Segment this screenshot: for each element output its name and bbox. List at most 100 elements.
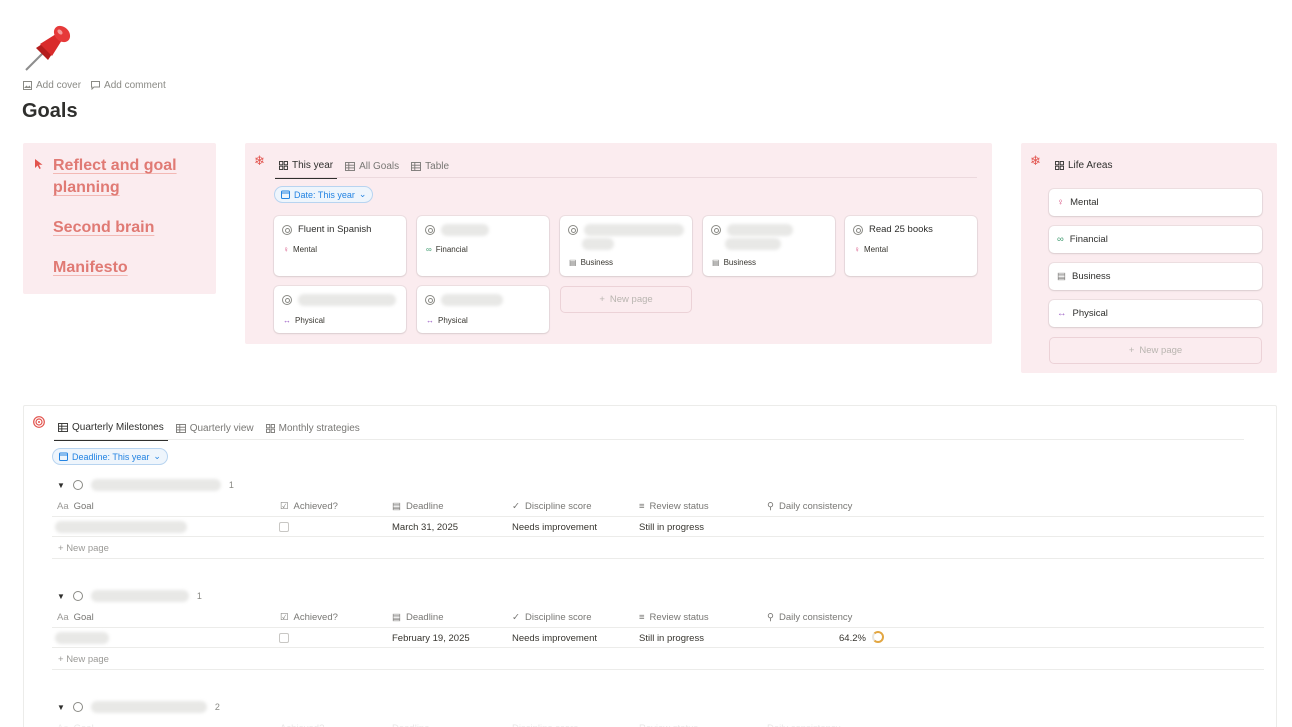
redacted-title	[584, 224, 684, 236]
group-count: 1	[228, 480, 234, 490]
life-area-card-physical[interactable]: ↔ Physical	[1049, 300, 1262, 327]
link-second-brain[interactable]: Second brain	[53, 217, 154, 239]
life-area-card-business[interactable]: ▤ Business	[1049, 263, 1262, 290]
tab-divider	[275, 177, 977, 178]
link-reflect-and-goal-planning[interactable]: Reflect and goal planning	[53, 155, 193, 199]
card-tag: Mental	[864, 245, 889, 254]
redacted-goal	[55, 521, 187, 533]
deadline-filter-chip[interactable]: Deadline: This year ⌄	[52, 448, 168, 465]
goal-card[interactable]: ∞ Financial	[417, 216, 549, 276]
add-comment-label: Add comment	[104, 80, 166, 91]
tab-label: This year	[292, 160, 334, 171]
link-manifesto[interactable]: Manifesto	[53, 257, 128, 279]
new-page-button[interactable]: + New page	[58, 543, 109, 554]
calendar-icon: ▤	[392, 501, 401, 512]
gallery-icon	[265, 424, 275, 433]
col-goal[interactable]: Aa Goal	[57, 612, 94, 623]
card-tag: Mental	[293, 245, 318, 254]
goal-card[interactable]: Fluent in Spanish ♀ Mental	[274, 216, 406, 276]
life-area-card-financial[interactable]: ∞ Financial	[1049, 226, 1262, 253]
col-label: Daily consistency	[778, 501, 853, 512]
col-review[interactable]: ≡ Review status	[639, 501, 709, 512]
dumbbell-icon: ↔	[1057, 308, 1067, 319]
col-label: Daily consistency	[778, 612, 853, 623]
comment-icon	[91, 81, 101, 90]
add-comment-button[interactable]: Add comment	[91, 80, 166, 91]
discipline-value: Needs improvement	[512, 633, 598, 644]
table-icon	[58, 423, 68, 432]
formula-icon: ≡	[639, 501, 645, 512]
col-label: Achieved?	[293, 612, 338, 623]
target-icon	[72, 591, 83, 601]
group-header[interactable]: ▼ 1	[57, 479, 234, 491]
col-label: Goal	[73, 612, 94, 623]
bottom-fade	[24, 716, 1276, 727]
life-areas-panel: ❄ Life Areas ♀ Mental ∞ Financial ▤ Busines…	[1021, 143, 1277, 373]
card-tag: Business	[723, 258, 757, 267]
new-page-label: New page	[1139, 345, 1183, 356]
col-deadline[interactable]: ▤ Deadline	[392, 501, 443, 512]
goal-card[interactable]: ↔ Physical	[274, 286, 406, 333]
chevron-down-icon: ⌄	[358, 189, 367, 199]
col-deadline[interactable]: ▤ Deadline	[392, 612, 443, 623]
formula-icon: ≡	[639, 612, 645, 623]
goal-card[interactable]: ▤ Business	[560, 216, 692, 276]
checkbox-icon: ☑	[280, 501, 289, 512]
new-page-button[interactable]: + New page	[58, 654, 109, 665]
calendar-icon	[59, 452, 68, 461]
new-page-label: New page	[66, 543, 109, 554]
col-review[interactable]: ≡ Review status	[639, 612, 709, 623]
table-row[interactable]: March 31, 2025 Needs improvement Still i…	[52, 516, 1264, 537]
redacted-title	[582, 238, 614, 250]
group-header[interactable]: ▼ 1	[57, 590, 202, 602]
check-icon: ✓	[512, 612, 520, 623]
review-value: Still in progress	[639, 633, 704, 644]
new-page-button[interactable]: + New page	[1049, 337, 1262, 364]
col-achieved[interactable]: ☑ Achieved?	[280, 501, 338, 512]
col-achieved[interactable]: ☑ Achieved?	[280, 612, 338, 623]
new-page-label: New page	[66, 654, 109, 665]
col-discipline[interactable]: ✓ Discipline score	[512, 501, 592, 512]
deadline-value: February 19, 2025	[392, 633, 470, 644]
coins-icon: ∞	[426, 245, 432, 254]
dumbbell-icon: ↔	[283, 316, 291, 325]
achieved-checkbox[interactable]	[279, 522, 289, 532]
achieved-checkbox[interactable]	[279, 633, 289, 643]
tab-life-areas[interactable]: Life Areas	[1051, 160, 1116, 177]
tab-divider	[54, 439, 1244, 440]
discipline-value: Needs improvement	[512, 522, 598, 533]
life-area-card-mental[interactable]: ♀ Mental	[1049, 189, 1262, 216]
goal-card[interactable]: Read 25 books ♀ Mental	[845, 216, 977, 276]
card-title: Fluent in Spanish	[298, 224, 372, 235]
col-consistency[interactable]: ⚲ Daily consistency	[767, 501, 852, 512]
col-goal[interactable]: Aa Goal	[57, 501, 94, 512]
add-cover-button[interactable]: Add cover	[23, 80, 81, 91]
new-page-button[interactable]: + New page	[560, 286, 692, 313]
group-header[interactable]: ▼ 2	[57, 701, 220, 713]
target-icon	[425, 295, 435, 305]
calendar-icon	[281, 190, 290, 199]
plus-icon: +	[58, 543, 67, 554]
tab-label: Life Areas	[1068, 160, 1113, 171]
col-label: Discipline score	[524, 501, 592, 512]
plus-icon: +	[58, 654, 67, 665]
triangle-down-icon: ▼	[57, 480, 65, 490]
col-label: Review status	[649, 612, 709, 623]
table-row[interactable]: February 19, 2025 Needs improvement Stil…	[52, 627, 1264, 648]
check-icon: ✓	[512, 501, 520, 512]
brain-icon: ♀	[1057, 197, 1065, 208]
table-icon	[411, 162, 422, 171]
col-consistency[interactable]: ⚲ Daily consistency	[767, 612, 852, 623]
card-title: Read 25 books	[869, 224, 933, 235]
link-row: Manifesto	[35, 257, 216, 279]
col-discipline[interactable]: ✓ Discipline score	[512, 612, 592, 623]
goal-card[interactable]: ↔ Physical	[417, 286, 549, 333]
card-tag: Physical	[438, 316, 468, 325]
goals-board: ❄ This year All Goals Table Date: This y…	[245, 143, 992, 344]
date-filter-chip[interactable]: Date: This year ⌄	[274, 186, 374, 203]
laptop-icon: ▤	[1057, 271, 1066, 282]
goal-card[interactable]: ▤ Business	[703, 216, 835, 276]
tab-label: Table	[425, 161, 450, 172]
redacted-group-title	[90, 701, 207, 713]
target-icon	[282, 295, 292, 305]
